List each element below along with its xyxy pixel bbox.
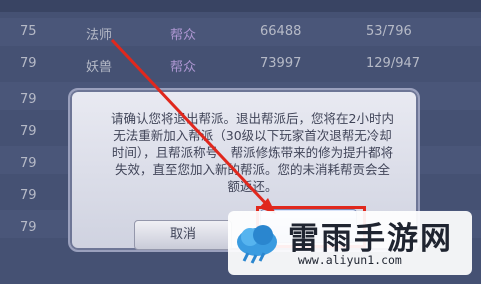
watermark-brand: 雷雨手游网 (288, 221, 453, 257)
site-watermark: 雷雨手游网 www.aliyun1.com (228, 211, 472, 275)
watermark-url: www.aliyun1.com (298, 253, 402, 267)
cloud-logo-icon (237, 225, 277, 264)
